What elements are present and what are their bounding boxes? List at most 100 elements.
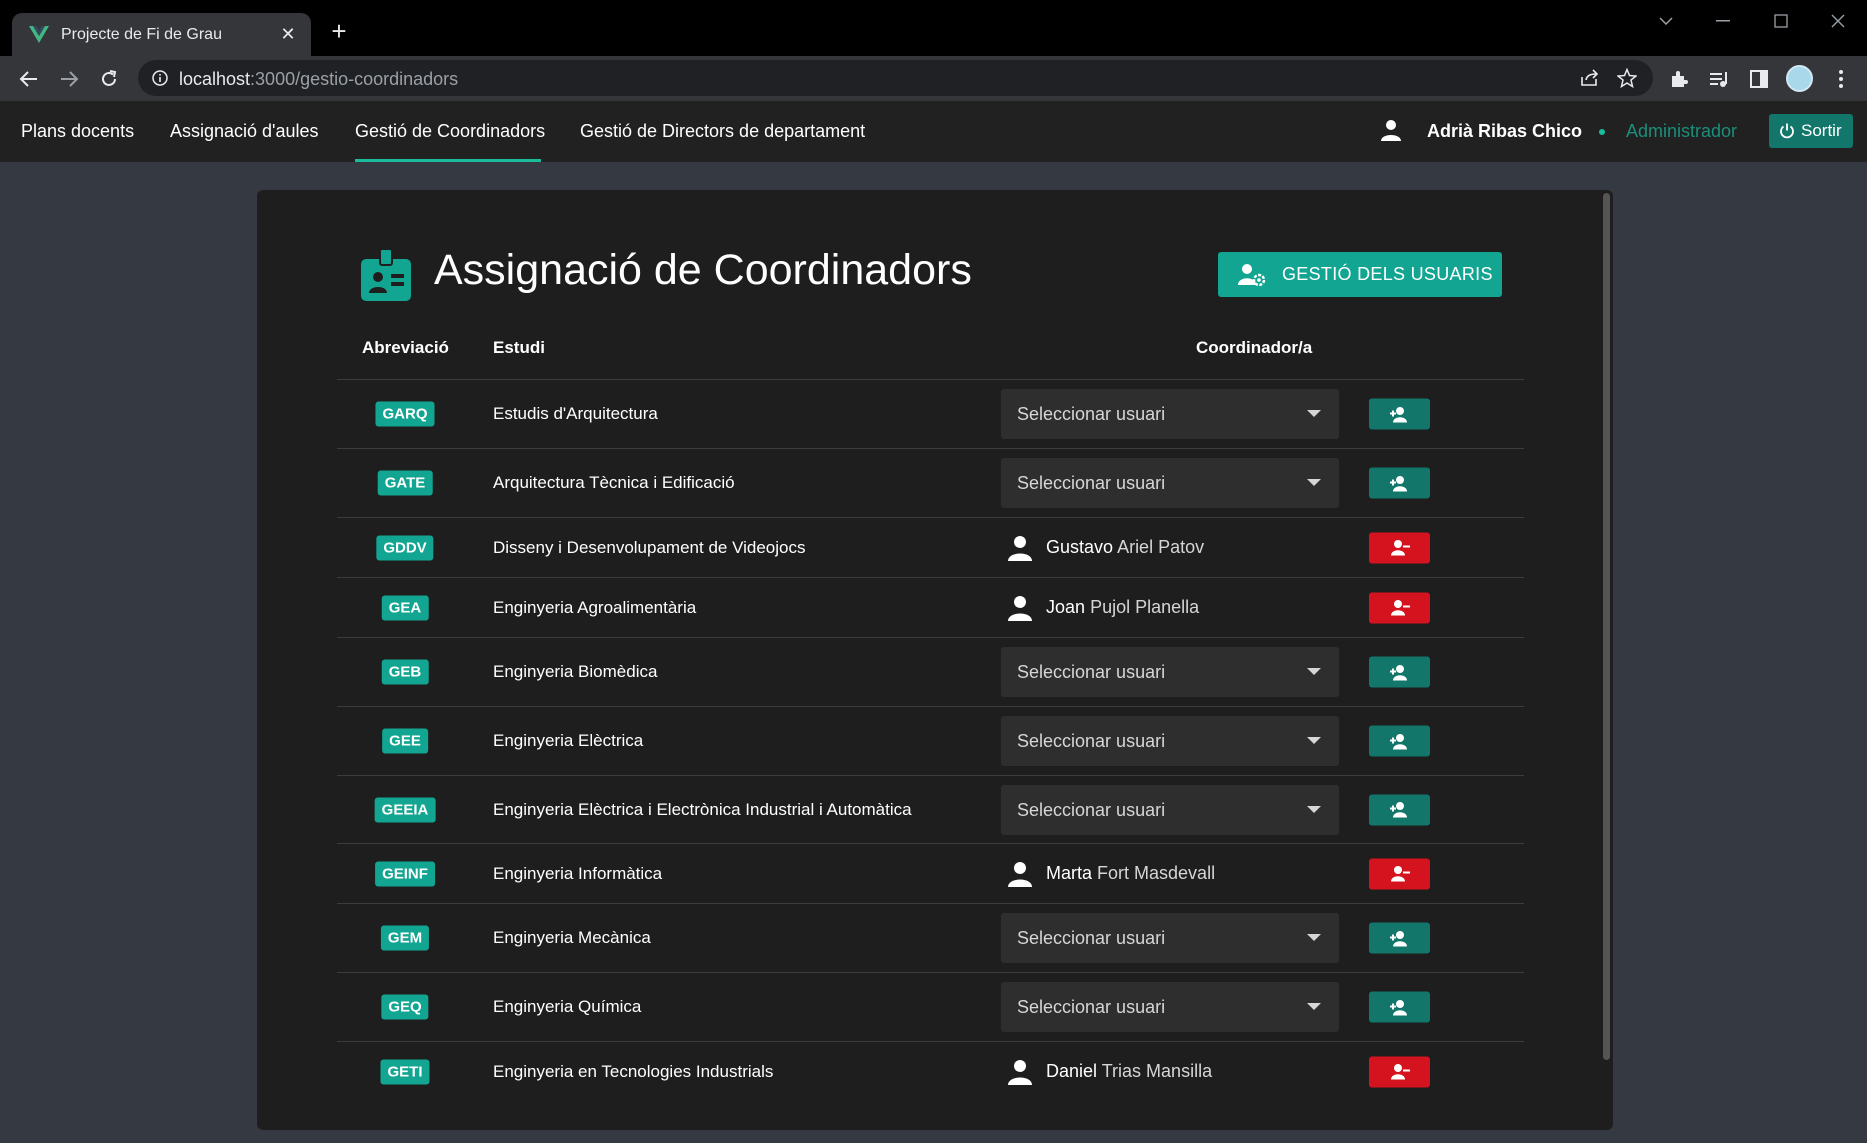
menu-kebab-icon[interactable]: [1826, 64, 1856, 94]
user-plus-icon: [1389, 733, 1407, 749]
study-name: Enginyeria Informàtica: [493, 863, 663, 883]
new-tab-icon[interactable]: +: [326, 18, 352, 44]
user-select[interactable]: Seleccionar usuari: [1001, 716, 1339, 766]
bookmark-star-icon[interactable]: [1615, 66, 1639, 90]
abbr-badge: GARQ: [375, 401, 435, 427]
add-coordinator-button[interactable]: [1369, 467, 1430, 499]
coordinator-first-name: Daniel: [1046, 1061, 1098, 1081]
abbr-badge: GEINF: [375, 861, 435, 886]
share-icon[interactable]: [1578, 66, 1602, 90]
media-control-icon[interactable]: [1704, 64, 1734, 94]
abbr-badge: GEA: [381, 595, 429, 620]
user-select[interactable]: Seleccionar usuari: [1001, 784, 1339, 835]
coordinator-first-name: Marta: [1046, 863, 1093, 883]
tab-search-icon[interactable]: [1646, 8, 1686, 34]
select-placeholder: Seleccionar usuari: [1017, 928, 1166, 948]
minimize-icon[interactable]: [1703, 8, 1743, 34]
person-icon: [1008, 1059, 1032, 1085]
window-close-icon[interactable]: [1818, 8, 1858, 34]
add-coordinator-button[interactable]: [1369, 991, 1430, 1023]
id-badge-icon: [361, 248, 411, 306]
add-coordinator-button[interactable]: [1369, 794, 1430, 825]
back-icon[interactable]: [14, 64, 44, 94]
user-select[interactable]: Seleccionar usuari: [1001, 647, 1339, 697]
user-plus-icon: [1389, 930, 1407, 946]
table-row: GATE Arquitectura Tècnica i Edificació Sel…: [337, 448, 1524, 517]
coordinator-last-name: Pujol Planella: [1090, 597, 1200, 617]
manage-users-button[interactable]: GESTIÓ DELS USUARIS: [1218, 252, 1502, 297]
address-bar[interactable]: localhost:3000/gestio-coordinadors: [138, 60, 1653, 96]
user-icon: [1380, 119, 1402, 146]
abbr-badge: GDDV: [376, 535, 434, 560]
coordinator-last-name: Trias Mansilla: [1101, 1061, 1213, 1081]
user-plus-icon: [1389, 475, 1407, 491]
scrollbar[interactable]: [1603, 193, 1610, 1060]
abbr-badge: GEB: [381, 659, 429, 685]
select-placeholder: Seleccionar usuari: [1017, 799, 1166, 820]
app-navbar: Plans docents Assignació d'aules Gestió …: [0, 101, 1867, 162]
reload-icon[interactable]: [94, 64, 124, 94]
caret-down-icon: [1307, 737, 1321, 744]
study-name: Enginyeria en Tecnologies Industrials: [493, 1061, 774, 1081]
user-select[interactable]: Seleccionar usuari: [1001, 458, 1339, 508]
remove-coordinator-button[interactable]: [1369, 532, 1430, 563]
nav-gestio-directors[interactable]: Gestió de Directors de departament: [580, 121, 865, 142]
study-name: Enginyeria Biomèdica: [493, 662, 658, 681]
abbr-badge: GEEIA: [374, 797, 436, 822]
caret-down-icon: [1307, 668, 1321, 675]
person-icon: [1008, 861, 1032, 887]
table-row: GEINF Enginyeria Informàtica Marta Fort Ma…: [337, 843, 1524, 903]
user-minus-icon: [1390, 1064, 1410, 1080]
browser-tab[interactable]: Projecte de Fi de Grau ✕: [12, 13, 311, 56]
add-coordinator-button[interactable]: [1369, 922, 1430, 954]
study-name: Enginyeria Mecànica: [493, 928, 651, 947]
info-icon[interactable]: [148, 66, 172, 90]
coordinator-display: Daniel Trias Mansilla: [1007, 1059, 1212, 1085]
user-name: Adrià Ribas Chico: [1427, 121, 1583, 141]
forward-icon[interactable]: [54, 64, 84, 94]
abbr-badge: GETI: [380, 1059, 430, 1084]
select-placeholder: Seleccionar usuari: [1017, 731, 1166, 751]
user-role: Administrador: [1626, 121, 1738, 141]
close-icon[interactable]: ✕: [277, 23, 299, 45]
abbr-badge: GEM: [380, 925, 430, 951]
logout-button[interactable]: Sortir: [1769, 114, 1853, 148]
study-name: Enginyeria Química: [493, 997, 642, 1016]
add-coordinator-button[interactable]: [1369, 398, 1430, 430]
user-select[interactable]: Seleccionar usuari: [1001, 389, 1339, 439]
study-name: Estudis d'Arquitectura: [493, 404, 658, 423]
active-tab-indicator: [355, 159, 541, 162]
person-icon: [1008, 535, 1032, 561]
user-cog-icon: [1238, 263, 1266, 286]
remove-coordinator-button[interactable]: [1369, 858, 1430, 889]
coordinator-display: Gustavo Ariel Patov: [1007, 535, 1204, 561]
table-row: GEA Enginyeria Agroalimentària Joan Pujol …: [337, 577, 1524, 637]
remove-coordinator-button[interactable]: [1369, 592, 1430, 623]
nav-gestio-coordinadors[interactable]: Gestió de Coordinadors: [355, 121, 545, 142]
add-coordinator-button[interactable]: [1369, 725, 1430, 757]
tab-title: Projecte de Fi de Grau: [61, 25, 222, 43]
select-placeholder: Seleccionar usuari: [1017, 404, 1166, 424]
abbr-badge: GEQ: [381, 994, 429, 1020]
remove-coordinator-button[interactable]: [1369, 1056, 1430, 1087]
browser-tab-strip: Projecte de Fi de Grau ✕ +: [0, 0, 1867, 56]
profile-avatar[interactable]: [1786, 65, 1813, 92]
user-plus-icon: [1389, 664, 1407, 680]
add-coordinator-button[interactable]: [1369, 656, 1430, 688]
extensions-icon[interactable]: [1664, 64, 1694, 94]
study-name: Enginyeria Elèctrica i Electrònica Indus…: [493, 799, 912, 819]
coordinators-card: Assignació de Coordinadors GESTIÓ DELS U…: [257, 190, 1613, 1130]
table-row: GETI Enginyeria en Tecnologies Industrial…: [337, 1041, 1524, 1101]
side-panel-icon[interactable]: [1744, 64, 1774, 94]
study-name: Arquitectura Tècnica i Edificació: [493, 473, 735, 492]
nav-assignacio-aules[interactable]: Assignació d'aules: [170, 121, 319, 142]
nav-plans-docents[interactable]: Plans docents: [21, 121, 134, 142]
user-plus-icon: [1389, 999, 1407, 1015]
coordinator-first-name: Gustavo: [1046, 537, 1114, 557]
user-select[interactable]: Seleccionar usuari: [1001, 913, 1339, 963]
maximize-icon[interactable]: [1761, 8, 1801, 34]
user-select[interactable]: Seleccionar usuari: [1001, 982, 1339, 1032]
abbr-badge: GEE: [382, 728, 428, 754]
separator-dot: [1599, 129, 1605, 135]
col-header-coordinator: Coordinador/a: [1196, 338, 1313, 357]
